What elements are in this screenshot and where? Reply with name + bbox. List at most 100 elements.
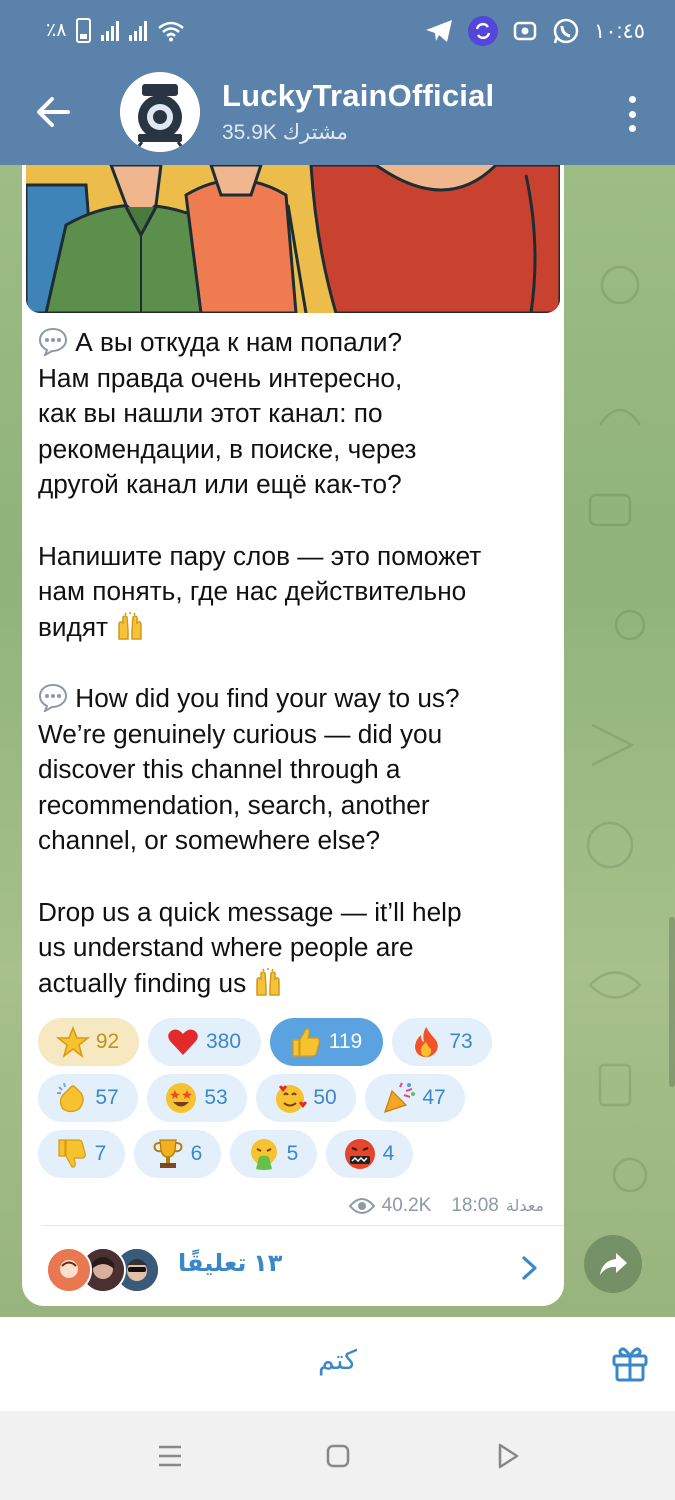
signal-icon [129, 20, 148, 41]
raising-hands-icon [118, 611, 143, 640]
subscriber-count: 35.9K مشترك [222, 121, 348, 144]
whatsapp-icon [553, 18, 579, 44]
red-heart-icon [168, 1029, 198, 1055]
party-popper-icon [384, 1082, 416, 1113]
star-icon [55, 1025, 90, 1058]
reaction-vomit[interactable]: 5 [230, 1130, 317, 1178]
en-line-1: How did you find your way to us? [75, 682, 460, 713]
reaction-cursing[interactable]: 4 [326, 1130, 413, 1178]
chat-area[interactable]: А вы откуда к нам попали? Нам правда оче… [0, 165, 675, 1317]
ru-line-5: другой канал или ещё как-то? [38, 469, 402, 500]
channel-title[interactable]: LuckyTrainOfficial [222, 78, 494, 114]
fire-icon [415, 1027, 439, 1058]
telegram-icon [426, 20, 453, 42]
reaction-clap[interactable]: 57 [38, 1074, 138, 1122]
vomiting-face-icon [250, 1139, 277, 1170]
mute-button[interactable]: كتم [0, 1345, 675, 1376]
scrollbar[interactable] [669, 917, 675, 1087]
reaction-fire[interactable]: 73 [392, 1018, 492, 1066]
reaction-count: 50 [313, 1086, 337, 1109]
en-line-6: Drop us a quick message — it’ll help [38, 896, 462, 927]
en-line-8: actually finding us [38, 967, 247, 998]
cursing-face-icon [344, 1139, 375, 1169]
status-right: ١٠:٤٥ [424, 16, 645, 46]
more-menu-icon[interactable] [617, 96, 647, 132]
chevron-right-icon [522, 1256, 537, 1280]
ru-line-6: Напишите пару слов — это поможет [38, 540, 482, 571]
thumbs-down-icon [58, 1139, 86, 1168]
reaction-count: 380 [205, 1030, 242, 1053]
back-icon[interactable] [493, 1441, 523, 1471]
clock: ١٠:٤٥ [594, 19, 645, 43]
edited-label: معدلة [505, 1198, 544, 1215]
reaction-count: 47 [422, 1086, 446, 1109]
trophy-icon [153, 1139, 183, 1168]
en-line-3: discover this channel through a [38, 754, 401, 785]
reaction-count: 6 [190, 1142, 203, 1165]
ru-line-3: как вы нашли этот канал: по [38, 398, 383, 429]
channel-avatar[interactable] [120, 72, 200, 152]
share-arrow-icon [600, 1253, 627, 1275]
reaction-count: 7 [94, 1142, 107, 1165]
commenter-avatar [46, 1247, 92, 1293]
smiling-face-with-hearts-icon [276, 1085, 308, 1113]
ru-line-7: нам понять, где нас действительно [38, 576, 467, 607]
reaction-star-struck[interactable]: 53 [147, 1074, 247, 1122]
reaction-heart[interactable]: 380 [148, 1018, 261, 1066]
home-icon[interactable] [323, 1441, 353, 1471]
channel-header: LuckyTrainOfficial 35.9K مشترك [0, 64, 675, 165]
comments-button[interactable]: ١٣ تعليقًا [22, 1225, 564, 1306]
wifi-icon [158, 21, 185, 41]
star-struck-icon [166, 1083, 197, 1113]
message-time: 18:08 [451, 1195, 499, 1216]
gift-icon[interactable] [611, 1343, 649, 1383]
message-meta: 40.2K 18:08 معدلة [348, 1195, 544, 1217]
reaction-star[interactable]: 92 [38, 1018, 139, 1066]
speech-balloon-icon [38, 327, 68, 356]
back-arrow-icon[interactable] [30, 88, 78, 136]
raising-hands-icon [256, 967, 281, 996]
reaction-thumbs-down[interactable]: 7 [38, 1130, 125, 1178]
signal-icon [101, 20, 120, 41]
train-logo-icon [120, 72, 200, 152]
people-illustration [26, 165, 560, 313]
sync-app-icon [468, 16, 499, 46]
en-line-7: us understand where people are [38, 932, 414, 963]
speech-balloon-icon [38, 683, 68, 712]
status-bar: ٪٨ ١٠:٤٥ [0, 0, 675, 64]
reaction-count: 73 [449, 1030, 473, 1053]
ru-line-4: рекомендации, в поиске, через [38, 433, 417, 464]
reaction-count: 4 [382, 1142, 395, 1165]
clapping-hands-icon [57, 1082, 85, 1113]
reaction-count: 5 [286, 1142, 299, 1165]
reaction-trophy[interactable]: 6 [134, 1130, 221, 1178]
reaction-party[interactable]: 47 [365, 1074, 465, 1122]
ru-line-8: видят [38, 611, 108, 642]
eye-icon [348, 1198, 375, 1214]
en-line-2: We’re genuinely curious — did you [38, 718, 443, 749]
message-bubble[interactable]: А вы откуда к нам попали? Нам правда оче… [22, 165, 564, 1306]
reaction-hearts-face[interactable]: 50 [256, 1074, 356, 1122]
reaction-thumbs-up[interactable]: 119 [270, 1018, 383, 1066]
recent-apps-icon[interactable] [155, 1441, 185, 1471]
reaction-count: 92 [95, 1030, 120, 1053]
message-text: А вы откуда к нам попали? Нам правда оче… [38, 325, 558, 1001]
share-button[interactable] [584, 1235, 642, 1293]
comments-count: ١٣ تعليقًا [178, 1250, 283, 1277]
system-navigation-bar [0, 1411, 675, 1500]
view-count: 40.2K [381, 1195, 432, 1216]
en-line-5: channel, or somewhere else? [38, 825, 381, 856]
en-line-4: recommendation, search, another [38, 789, 430, 820]
battery-icon [76, 18, 92, 43]
record-icon [513, 21, 537, 41]
reaction-count: 53 [204, 1086, 228, 1109]
reactions-panel: 92 380 119 73 57 53 50 47 7 6 5 4 [38, 1018, 558, 1186]
status-left: ٪٨ [46, 18, 185, 43]
thumbs-up-icon [292, 1028, 320, 1057]
channel-bottom-bar: كتم [0, 1317, 675, 1411]
reaction-count: 119 [328, 1030, 363, 1053]
ru-line-1: А вы откуда к нам попали? [75, 327, 403, 357]
message-image[interactable] [26, 165, 560, 313]
ru-line-2: Нам правда очень интересно, [38, 362, 403, 393]
reaction-count: 57 [95, 1086, 119, 1109]
